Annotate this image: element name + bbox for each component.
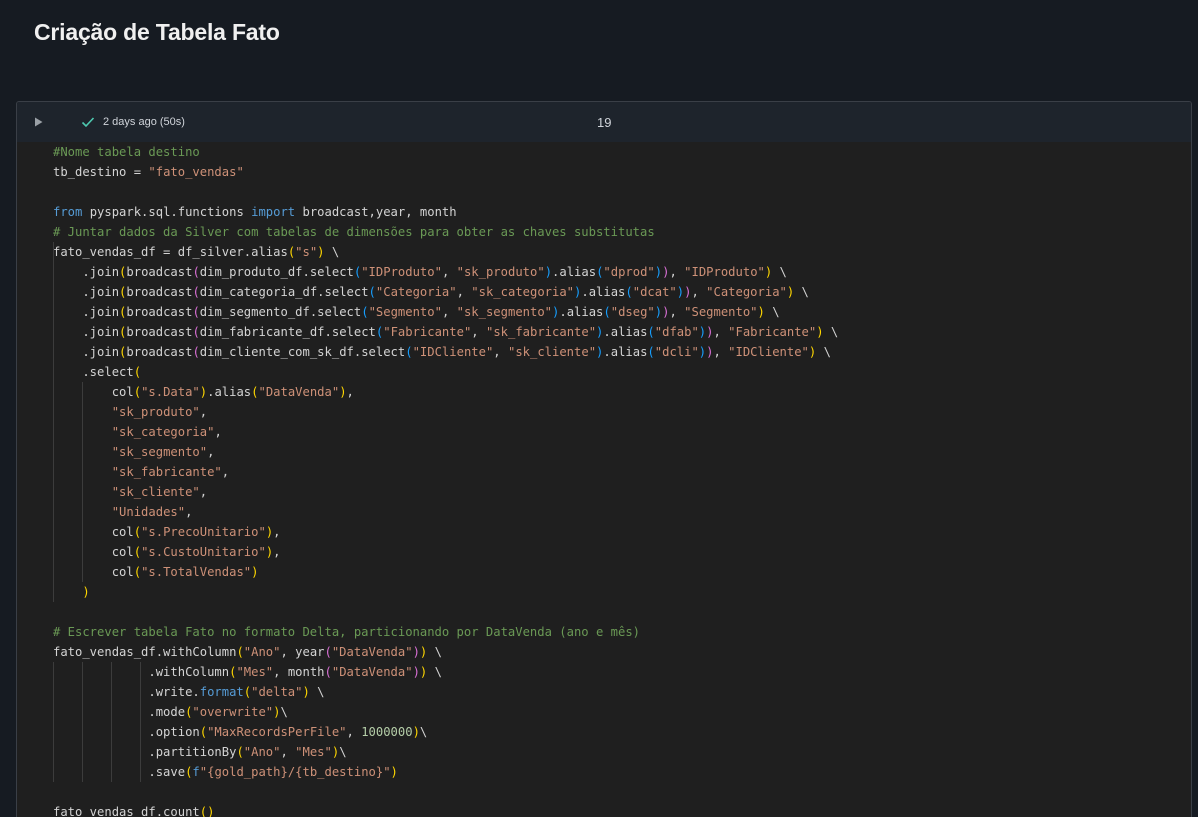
cell-toolbar: 2 days ago (50s) 19 <box>17 102 1191 142</box>
code-line: .join(broadcast(dim_segmento_df.select("… <box>53 305 780 319</box>
code-line: "sk_produto", <box>111 405 208 419</box>
code-line: col("s.Data").alias("DataVenda"), <box>53 385 354 399</box>
play-icon <box>34 117 42 127</box>
code-line: fato_vendas_df.count() <box>53 805 215 817</box>
code-line: # Escrever tabela Fato no formato Delta,… <box>53 625 640 639</box>
code-line: .save(f"{gold_path}/{tb_destino}") <box>53 765 398 779</box>
code-line: ​ <box>53 782 838 802</box>
code-line: "sk_categoria", <box>111 425 222 439</box>
code-line: #Nome tabela destino <box>53 145 200 159</box>
code-line: "sk_fabricante", <box>111 465 230 479</box>
code-line: # Juntar dados da Silver com tabelas de … <box>53 225 655 239</box>
code-line: .join(broadcast(dim_fabricante_df.select… <box>53 325 839 339</box>
code-line: .join(broadcast(dim_produto_df.select("I… <box>53 265 787 279</box>
code-line: .partitionBy("Ano", "Mes")\ <box>53 745 347 759</box>
code-line: .option("MaxRecordsPerFile", 1000000)\ <box>53 725 428 739</box>
code-line: ​ <box>53 602 838 622</box>
code-line: .join(broadcast(dim_categoria_df.select(… <box>53 285 809 299</box>
code-line: fato_vendas_df = df_silver.alias("s") \ <box>53 245 340 259</box>
notebook-page: Criação de Tabela Fato 2 days ago (50s) … <box>0 0 1198 817</box>
code-line: .withColumn("Mes", month("DataVenda")) \ <box>53 665 442 679</box>
code-line: col("s.TotalVendas") <box>53 565 259 579</box>
checkmark-icon <box>81 117 95 128</box>
code-line: .write.format("delta") \ <box>53 685 325 699</box>
run-cell-button[interactable] <box>31 115 45 129</box>
code-line: col("s.PrecoUnitario"), <box>53 525 281 539</box>
execution-status: 2 days ago (50s) <box>103 116 185 128</box>
section-heading: Criação de Tabela Fato <box>34 19 280 45</box>
code-text[interactable]: #Nome tabela destino tb_destino = "fato_v… <box>53 142 838 817</box>
code-line: .select( <box>53 365 142 379</box>
code-line: "sk_segmento", <box>111 445 215 459</box>
code-line: ​ <box>53 182 838 202</box>
code-line: "sk_cliente", <box>111 485 208 499</box>
code-line: tb_destino = "fato_vendas" <box>53 165 244 179</box>
code-line: ) <box>82 585 90 599</box>
code-line: "Unidades", <box>111 505 193 519</box>
cell-number: 19 <box>597 115 612 130</box>
code-line: fato_vendas_df.withColumn("Ano", year("D… <box>53 645 442 659</box>
code-line: .mode("overwrite")\ <box>53 705 288 719</box>
code-line: col("s.CustoUnitario"), <box>53 545 281 559</box>
code-line: from pyspark.sql.functions import broadc… <box>53 205 457 219</box>
code-line: .join(broadcast(dim_cliente_com_sk_df.se… <box>53 345 831 359</box>
code-cell[interactable]: 2 days ago (50s) 19 #Nome tabela destino… <box>16 101 1192 817</box>
